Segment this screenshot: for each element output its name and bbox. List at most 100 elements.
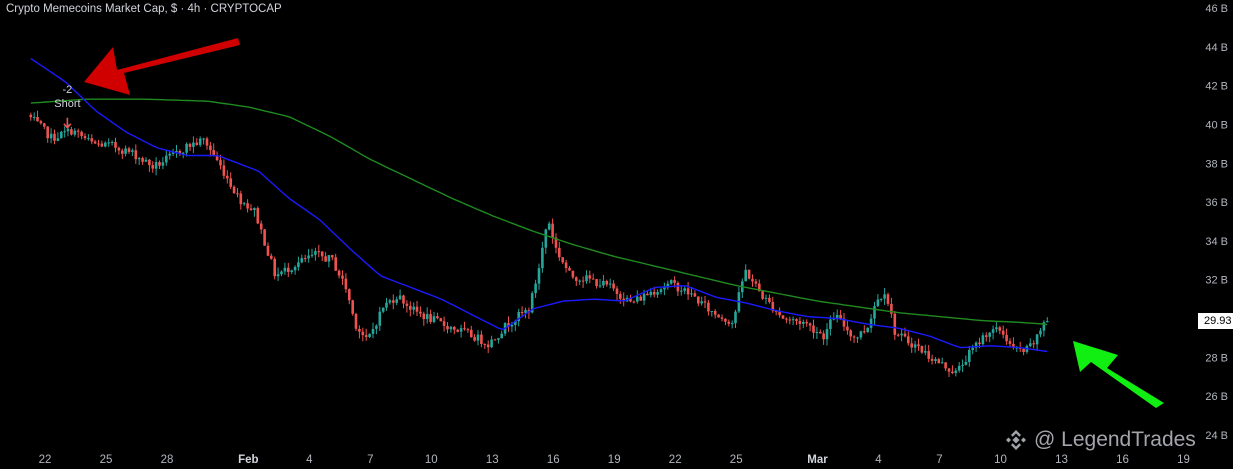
candle-body [656, 292, 659, 295]
candle-body [392, 300, 395, 303]
candle-body [724, 318, 727, 322]
candle-body [104, 142, 107, 147]
candle-body [907, 336, 910, 344]
candle-body [646, 293, 649, 296]
candle-body [520, 312, 524, 313]
candle-body [927, 351, 930, 359]
candle-body [66, 129, 70, 132]
candle-body [165, 155, 168, 163]
candle-body [1032, 343, 1035, 345]
candle-body [612, 283, 615, 289]
candle-body [713, 311, 717, 315]
red-arrow-icon [84, 38, 240, 95]
candle-body [161, 162, 165, 166]
candle-body [331, 255, 334, 258]
candle-body [263, 229, 266, 246]
candle-body [819, 332, 822, 334]
binance-logo-icon [1006, 430, 1026, 450]
candle-body [730, 323, 734, 325]
candle-body [930, 358, 934, 361]
x-tick-label: 10 [994, 454, 1007, 466]
candle-body [192, 142, 195, 147]
candle-body [412, 306, 415, 310]
candle-body [988, 332, 991, 337]
candle-body [310, 254, 314, 256]
candle-body [276, 274, 280, 277]
candle-body [259, 223, 263, 230]
candle-body [453, 326, 456, 330]
candle-body [917, 344, 920, 347]
candle-body [822, 333, 825, 340]
x-tick-label: 19 [1177, 454, 1190, 466]
candle-body [744, 269, 747, 282]
candle-body [229, 178, 232, 187]
candle-body [449, 326, 453, 330]
candle-body [107, 142, 110, 144]
annotation-sublabel: Short [54, 98, 80, 110]
candle-body [920, 346, 924, 353]
candle-body [879, 298, 883, 300]
candle-body [869, 318, 873, 328]
candle-body [158, 162, 161, 166]
candle-body [137, 158, 141, 160]
candle-body [463, 328, 466, 330]
x-tick-label: 19 [608, 454, 621, 466]
candle-body [327, 255, 331, 262]
candle-body [934, 359, 937, 361]
candle-body [981, 335, 985, 345]
candle-body [446, 326, 449, 330]
candle-body [314, 251, 317, 255]
x-tick-label: 7 [936, 454, 942, 466]
candle-body [303, 258, 307, 260]
candle-body [636, 296, 639, 302]
candle-body [893, 313, 897, 335]
candle-body [808, 323, 812, 326]
candle-body [500, 333, 503, 339]
candle-body [185, 143, 188, 153]
candle-body [334, 257, 337, 271]
candle-body [1008, 341, 1012, 344]
candle-body [910, 343, 913, 348]
candle-body [649, 291, 653, 296]
candle-body [863, 331, 866, 333]
candle-body [368, 333, 371, 337]
candle-body [473, 337, 476, 341]
candle-body [937, 359, 941, 364]
chart-title: Crypto Memecoins Market Cap, $ · 4h · CR… [6, 3, 282, 15]
candle-body [859, 331, 863, 338]
candle-body [690, 293, 693, 295]
candle-body [80, 131, 83, 137]
candle-body [544, 229, 548, 248]
candle-body [700, 301, 703, 304]
candle-body [425, 314, 429, 320]
candle-body [669, 280, 673, 284]
candle-body [581, 280, 585, 282]
candle-body [409, 305, 412, 310]
candle-body [866, 327, 869, 333]
candlestick-chart: 24 B26 B28 B30 B32 B34 B36 B38 B40 B42 B… [29, 3, 1228, 466]
candle-body [388, 300, 392, 303]
candle-body [324, 256, 327, 262]
x-tick-label: 7 [367, 454, 373, 466]
candle-body [168, 153, 171, 156]
candle-body [951, 371, 954, 373]
green-arrow-icon [1073, 341, 1164, 408]
candle-body [751, 278, 754, 282]
candle-body [236, 193, 239, 195]
candle-body [483, 344, 487, 346]
x-tick-label: 4 [306, 454, 313, 466]
candle-body [439, 318, 443, 322]
candle-body [561, 257, 564, 263]
candle-body [839, 315, 842, 319]
candle-body [270, 255, 273, 259]
candle-body [83, 136, 87, 139]
watermark: @ LegendTrades [1004, 428, 1196, 452]
x-tick-label: 4 [875, 454, 882, 466]
y-tick-label: 40 B [1205, 120, 1228, 132]
candle-body [673, 280, 676, 283]
candle-body [968, 350, 971, 362]
candle-body [249, 208, 253, 210]
candle-body [56, 138, 60, 141]
x-tick-label: 22 [669, 454, 682, 466]
candle-body [551, 223, 554, 238]
